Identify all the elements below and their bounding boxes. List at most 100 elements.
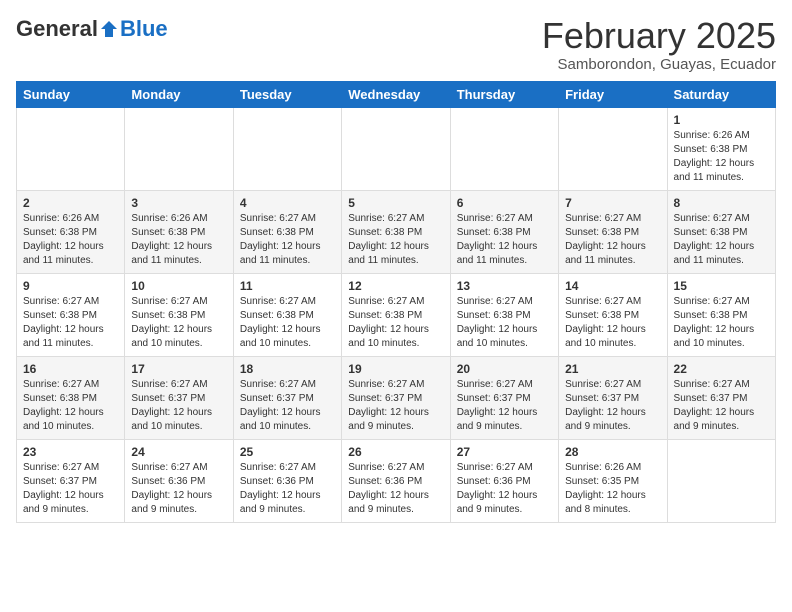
page-header: General Blue February 2025 Samborondon, … bbox=[16, 16, 776, 73]
day-number: 1 bbox=[674, 113, 769, 127]
day-of-week-header: Thursday bbox=[450, 81, 558, 107]
day-number: 18 bbox=[240, 362, 335, 376]
day-info: Sunrise: 6:27 AM Sunset: 6:38 PM Dayligh… bbox=[674, 295, 769, 351]
day-info: Sunrise: 6:27 AM Sunset: 6:38 PM Dayligh… bbox=[457, 295, 552, 351]
day-number: 7 bbox=[565, 196, 660, 210]
day-of-week-header: Friday bbox=[559, 81, 667, 107]
calendar-day-cell: 14 Sunrise: 6:27 AM Sunset: 6:38 PM Dayli… bbox=[559, 273, 667, 356]
calendar-day-cell: 11 Sunrise: 6:27 AM Sunset: 6:38 PM Dayli… bbox=[233, 273, 341, 356]
calendar-day-cell: 19 Sunrise: 6:27 AM Sunset: 6:37 PM Dayli… bbox=[342, 356, 450, 439]
calendar-day-cell: 23Sunrise: 6:27 AM Sunset: 6:37 PM Dayli… bbox=[17, 439, 125, 522]
calendar-day-cell: 21Sunrise: 6:27 AM Sunset: 6:37 PM Dayli… bbox=[559, 356, 667, 439]
day-number: 15 bbox=[674, 279, 769, 293]
day-info: Sunrise: 6:27 AM Sunset: 6:37 PM Dayligh… bbox=[240, 378, 335, 434]
title-block: February 2025 Samborondon, Guayas, Ecuad… bbox=[542, 16, 776, 73]
day-number: 10 bbox=[131, 279, 226, 293]
day-number: 12 bbox=[348, 279, 443, 293]
day-number: 4 bbox=[240, 196, 335, 210]
day-info: Sunrise: 6:26 AM Sunset: 6:38 PM Dayligh… bbox=[23, 212, 118, 268]
calendar-day-cell: 8 Sunrise: 6:27 AM Sunset: 6:38 PM Daylig… bbox=[667, 190, 775, 273]
calendar-day-cell bbox=[125, 107, 233, 190]
month-title: February 2025 bbox=[542, 16, 776, 56]
calendar-day-cell bbox=[450, 107, 558, 190]
logo-blue-text: Blue bbox=[120, 16, 168, 42]
day-number: 11 bbox=[240, 279, 335, 293]
day-info: Sunrise: 6:27 AM Sunset: 6:37 PM Dayligh… bbox=[674, 378, 769, 434]
day-number: 23 bbox=[23, 445, 118, 459]
day-number: 5 bbox=[348, 196, 443, 210]
calendar-day-cell: 10 Sunrise: 6:27 AM Sunset: 6:38 PM Dayli… bbox=[125, 273, 233, 356]
day-number: 9 bbox=[23, 279, 118, 293]
day-info: Sunrise: 6:26 AM Sunset: 6:38 PM Dayligh… bbox=[674, 129, 769, 185]
day-info: Sunrise: 6:27 AM Sunset: 6:37 PM Dayligh… bbox=[131, 378, 226, 434]
logo-general-text: General bbox=[16, 16, 98, 42]
day-number: 17 bbox=[131, 362, 226, 376]
calendar-day-cell: 25 Sunrise: 6:27 AM Sunset: 6:36 PM Dayli… bbox=[233, 439, 341, 522]
calendar-day-cell: 18 Sunrise: 6:27 AM Sunset: 6:37 PM Dayli… bbox=[233, 356, 341, 439]
calendar-header-row: SundayMondayTuesdayWednesdayThursdayFrid… bbox=[17, 81, 776, 107]
calendar-day-cell: 6Sunrise: 6:27 AM Sunset: 6:38 PM Daylig… bbox=[450, 190, 558, 273]
day-number: 25 bbox=[240, 445, 335, 459]
calendar-day-cell: 2 Sunrise: 6:26 AM Sunset: 6:38 PM Daylig… bbox=[17, 190, 125, 273]
day-info: Sunrise: 6:27 AM Sunset: 6:38 PM Dayligh… bbox=[23, 378, 118, 434]
day-of-week-header: Monday bbox=[125, 81, 233, 107]
day-info: Sunrise: 6:27 AM Sunset: 6:38 PM Dayligh… bbox=[131, 295, 226, 351]
day-of-week-header: Saturday bbox=[667, 81, 775, 107]
day-number: 24 bbox=[131, 445, 226, 459]
day-info: Sunrise: 6:27 AM Sunset: 6:37 PM Dayligh… bbox=[457, 378, 552, 434]
calendar-day-cell: 16Sunrise: 6:27 AM Sunset: 6:38 PM Dayli… bbox=[17, 356, 125, 439]
day-info: Sunrise: 6:27 AM Sunset: 6:37 PM Dayligh… bbox=[348, 378, 443, 434]
calendar-day-cell: 12 Sunrise: 6:27 AM Sunset: 6:38 PM Dayli… bbox=[342, 273, 450, 356]
day-number: 2 bbox=[23, 196, 118, 210]
calendar-day-cell: 20Sunrise: 6:27 AM Sunset: 6:37 PM Dayli… bbox=[450, 356, 558, 439]
day-number: 13 bbox=[457, 279, 552, 293]
calendar-table: SundayMondayTuesdayWednesdayThursdayFrid… bbox=[16, 81, 776, 523]
calendar-day-cell: 27 Sunrise: 6:27 AM Sunset: 6:36 PM Dayli… bbox=[450, 439, 558, 522]
day-info: Sunrise: 6:27 AM Sunset: 6:38 PM Dayligh… bbox=[565, 295, 660, 351]
calendar-day-cell: 28 Sunrise: 6:26 AM Sunset: 6:35 PM Dayli… bbox=[559, 439, 667, 522]
day-number: 22 bbox=[674, 362, 769, 376]
day-info: Sunrise: 6:27 AM Sunset: 6:36 PM Dayligh… bbox=[131, 461, 226, 517]
calendar-week-row: 2 Sunrise: 6:26 AM Sunset: 6:38 PM Daylig… bbox=[17, 190, 776, 273]
calendar-week-row: 23Sunrise: 6:27 AM Sunset: 6:37 PM Dayli… bbox=[17, 439, 776, 522]
logo-icon bbox=[99, 19, 119, 39]
day-info: Sunrise: 6:26 AM Sunset: 6:38 PM Dayligh… bbox=[131, 212, 226, 268]
day-info: Sunrise: 6:26 AM Sunset: 6:35 PM Dayligh… bbox=[565, 461, 660, 517]
day-number: 3 bbox=[131, 196, 226, 210]
calendar-day-cell: 1 Sunrise: 6:26 AM Sunset: 6:38 PM Daylig… bbox=[667, 107, 775, 190]
calendar-day-cell: 7 Sunrise: 6:27 AM Sunset: 6:38 PM Daylig… bbox=[559, 190, 667, 273]
day-number: 8 bbox=[674, 196, 769, 210]
day-of-week-header: Sunday bbox=[17, 81, 125, 107]
day-number: 14 bbox=[565, 279, 660, 293]
day-info: Sunrise: 6:27 AM Sunset: 6:36 PM Dayligh… bbox=[457, 461, 552, 517]
calendar-week-row: 16Sunrise: 6:27 AM Sunset: 6:38 PM Dayli… bbox=[17, 356, 776, 439]
day-info: Sunrise: 6:27 AM Sunset: 6:38 PM Dayligh… bbox=[23, 295, 118, 351]
calendar-day-cell: 26Sunrise: 6:27 AM Sunset: 6:36 PM Dayli… bbox=[342, 439, 450, 522]
day-number: 26 bbox=[348, 445, 443, 459]
day-number: 6 bbox=[457, 196, 552, 210]
day-number: 21 bbox=[565, 362, 660, 376]
day-of-week-header: Wednesday bbox=[342, 81, 450, 107]
calendar-week-row: 9 Sunrise: 6:27 AM Sunset: 6:38 PM Daylig… bbox=[17, 273, 776, 356]
calendar-day-cell: 13 Sunrise: 6:27 AM Sunset: 6:38 PM Dayli… bbox=[450, 273, 558, 356]
logo: General Blue bbox=[16, 16, 168, 42]
day-info: Sunrise: 6:27 AM Sunset: 6:38 PM Dayligh… bbox=[674, 212, 769, 268]
day-info: Sunrise: 6:27 AM Sunset: 6:38 PM Dayligh… bbox=[348, 212, 443, 268]
calendar-day-cell bbox=[17, 107, 125, 190]
day-info: Sunrise: 6:27 AM Sunset: 6:38 PM Dayligh… bbox=[240, 212, 335, 268]
day-info: Sunrise: 6:27 AM Sunset: 6:36 PM Dayligh… bbox=[240, 461, 335, 517]
location: Samborondon, Guayas, Ecuador bbox=[542, 56, 776, 73]
day-number: 27 bbox=[457, 445, 552, 459]
day-info: Sunrise: 6:27 AM Sunset: 6:38 PM Dayligh… bbox=[565, 212, 660, 268]
day-info: Sunrise: 6:27 AM Sunset: 6:38 PM Dayligh… bbox=[348, 295, 443, 351]
day-number: 28 bbox=[565, 445, 660, 459]
day-number: 19 bbox=[348, 362, 443, 376]
calendar-day-cell: 3 Sunrise: 6:26 AM Sunset: 6:38 PM Daylig… bbox=[125, 190, 233, 273]
calendar-day-cell: 9 Sunrise: 6:27 AM Sunset: 6:38 PM Daylig… bbox=[17, 273, 125, 356]
calendar-week-row: 1 Sunrise: 6:26 AM Sunset: 6:38 PM Daylig… bbox=[17, 107, 776, 190]
calendar-day-cell: 15 Sunrise: 6:27 AM Sunset: 6:38 PM Dayli… bbox=[667, 273, 775, 356]
day-info: Sunrise: 6:27 AM Sunset: 6:38 PM Dayligh… bbox=[240, 295, 335, 351]
calendar-day-cell bbox=[233, 107, 341, 190]
day-of-week-header: Tuesday bbox=[233, 81, 341, 107]
calendar-day-cell: 24 Sunrise: 6:27 AM Sunset: 6:36 PM Dayli… bbox=[125, 439, 233, 522]
